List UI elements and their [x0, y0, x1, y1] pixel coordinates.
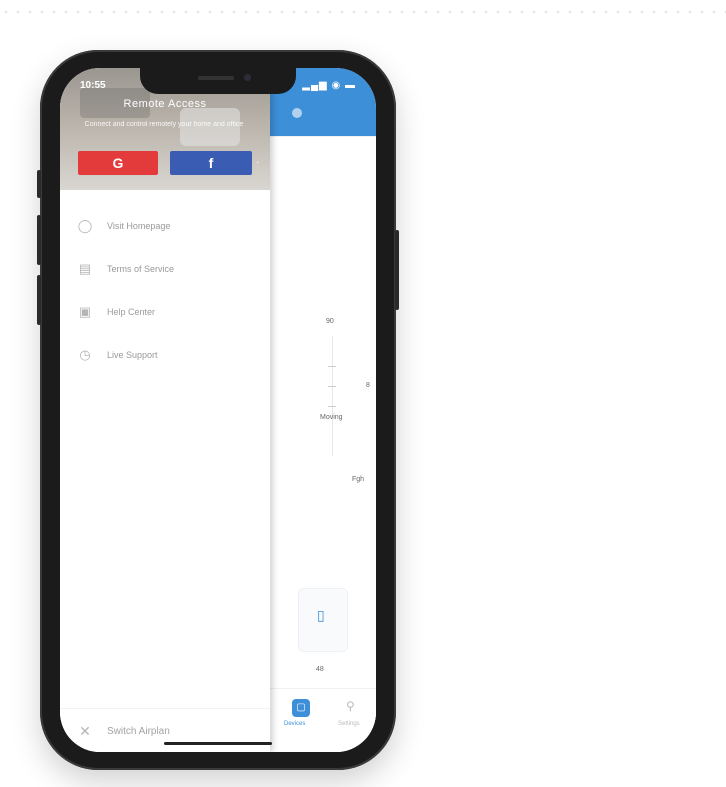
phone-frame: ▂▄▆ ◉ ▬ 90 8 Moving Fgh ▯ 48 ▢ Devices ⚲…	[37, 50, 399, 770]
menu-item-visit-homepage[interactable]: ◯ Visit Homepage	[60, 204, 270, 247]
app-body: 90 8 Moving Fgh ▯ 48	[270, 136, 376, 752]
more-login-button[interactable]: ·	[256, 151, 270, 175]
menu-item-help-center[interactable]: ▣ Help Center	[60, 290, 270, 333]
device-caption: 48	[316, 666, 324, 673]
menu-icon[interactable]	[292, 108, 302, 118]
chart-tick	[328, 366, 336, 367]
tab-devices[interactable]: Devices	[284, 721, 305, 727]
phone-device-icon: ▯	[317, 607, 325, 623]
menu-item-label: Visit Homepage	[107, 220, 171, 231]
tab-settings[interactable]: Settings	[338, 721, 360, 727]
divider	[270, 136, 376, 137]
menu-item-live-support[interactable]: ◷ Live Support	[60, 333, 270, 376]
switch-icon: ✕	[79, 722, 91, 739]
volume-down-button	[37, 275, 41, 325]
chart-label: 90	[326, 318, 334, 325]
facebook-login-button[interactable]: f	[170, 151, 252, 175]
menu-item-label: Terms of Service	[107, 263, 175, 274]
switch-airplan-item[interactable]: ✕ Switch Airplan	[60, 708, 270, 752]
google-login-button[interactable]: G	[78, 151, 158, 175]
power-button	[395, 230, 399, 310]
home-indicator[interactable]	[164, 742, 272, 745]
chart-tick	[328, 406, 336, 407]
drawer-menu: ◯ Visit Homepage ▤ Terms of Service ▣ He…	[60, 204, 270, 376]
top-dots-decoration	[0, 10, 726, 14]
status-time: 10:55	[80, 80, 106, 91]
front-camera	[244, 74, 251, 81]
hero-subtitle: Connect and control remotely your home a…	[84, 121, 244, 128]
help-icon: ▣	[78, 303, 92, 319]
chat-icon: ◷	[79, 346, 91, 362]
chart-tick	[328, 386, 336, 387]
document-icon: ▤	[78, 260, 92, 276]
notch	[140, 68, 296, 94]
speaker	[198, 76, 234, 80]
settings-tab-icon[interactable]: ⚲	[346, 699, 362, 717]
phone-screen: ▂▄▆ ◉ ▬ 90 8 Moving Fgh ▯ 48 ▢ Devices ⚲…	[60, 68, 376, 752]
mute-switch	[37, 170, 41, 198]
device-card[interactable]: ▯	[298, 588, 348, 652]
hero-title: Remote Access	[123, 98, 207, 110]
volume-up-button	[37, 215, 41, 265]
switch-airplan-label: Switch Airplan	[107, 725, 170, 737]
login-buttons: G f ·	[78, 151, 270, 175]
chart-label: Moving	[320, 414, 343, 421]
chart-label: Fgh	[352, 476, 365, 483]
menu-item-label: Live Support	[107, 349, 158, 360]
chart-axis	[332, 336, 333, 456]
menu-item-label: Help Center	[107, 306, 156, 317]
devices-tab-icon[interactable]: ▢	[292, 699, 310, 717]
app-tabbar: ▢ Devices ⚲ Settings	[270, 688, 376, 752]
chart-label: 8	[366, 382, 370, 389]
menu-item-terms-of-service[interactable]: ▤ Terms of Service	[60, 247, 270, 290]
status-icons: ▂▄▆ ◉ ▬	[302, 80, 356, 91]
navigation-drawer: 10:55 Remote Access Connect and control …	[60, 68, 270, 752]
globe-icon: ◯	[77, 217, 93, 233]
